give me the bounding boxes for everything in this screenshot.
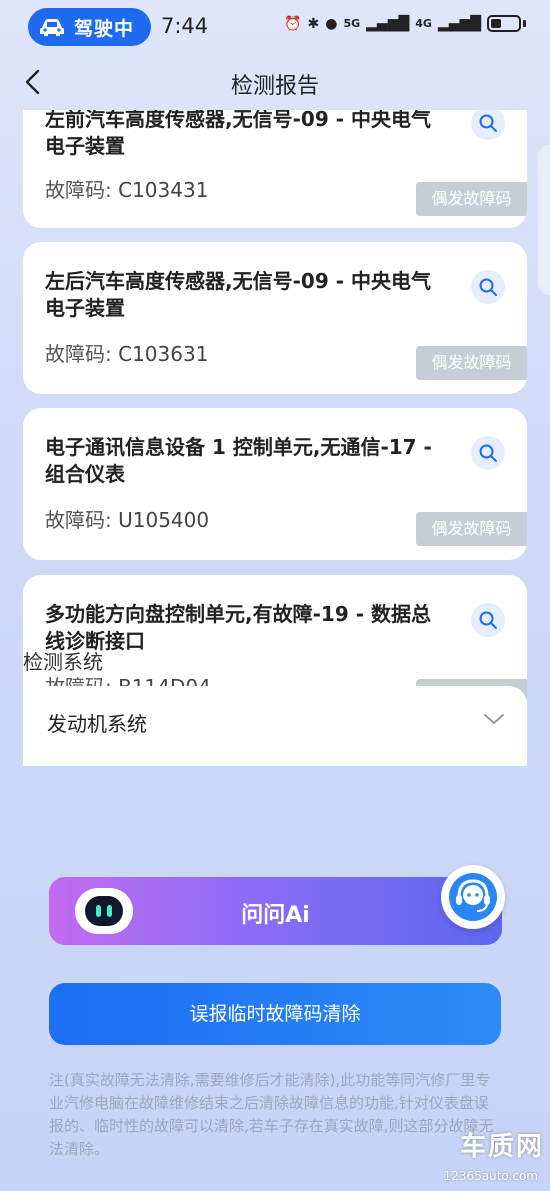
- car-icon: [40, 19, 64, 36]
- system-name: 发动机系统: [47, 712, 147, 736]
- fault-code-value: C103631: [118, 342, 209, 366]
- search-icon: [479, 611, 497, 629]
- fault-search-button[interactable]: [471, 603, 505, 637]
- page-title: 检测报告: [230, 74, 319, 99]
- bluetooth-icon: ✱: [307, 15, 320, 32]
- intermittent-fault-tag: 偶发故障码: [416, 512, 527, 546]
- fault-title: 电子通讯信息设备 1 控制单元,无通信-17 - 组合仪表: [45, 435, 432, 486]
- fault-search-button[interactable]: [471, 436, 505, 470]
- report-scroll-area[interactable]: 左前汽车高度传感器,无信号-09 - 中央电气电子装置 故障码: C103431…: [0, 110, 550, 857]
- network-5g-label: 5G: [343, 17, 361, 30]
- battery-cap: [523, 20, 526, 27]
- clock: 7:44: [161, 14, 209, 38]
- ask-ai-bar[interactable]: 问问Ai: [49, 877, 502, 945]
- watermark-text: www.12365auto.com: [178, 586, 337, 604]
- customer-service-button[interactable]: [441, 865, 505, 929]
- fault-code-label: 故障码:: [45, 178, 112, 202]
- fault-card[interactable]: 左后汽车高度传感器,无信号-09 - 中央电气电子装置 故障码: C103631…: [23, 242, 527, 394]
- headset-icon: [449, 873, 497, 921]
- watermark-site: 12365auto.com: [443, 1169, 538, 1183]
- search-icon: [479, 278, 497, 296]
- fault-code-label: 故障码:: [45, 342, 112, 366]
- fault-card[interactable]: 电子通讯信息设备 1 控制单元,无通信-17 - 组合仪表 故障码: U1054…: [23, 408, 527, 560]
- battery-icon: [487, 15, 521, 32]
- search-icon: [479, 114, 497, 132]
- fault-title: 左后汽车高度传感器,无信号-09 - 中央电气电子装置: [45, 269, 431, 320]
- intermittent-fault-tag: 偶发故障码: [416, 182, 527, 216]
- fault-code: 故障码: C103431: [45, 174, 208, 203]
- network-4g-label: 4G: [415, 17, 432, 30]
- fault-search-button[interactable]: [471, 270, 505, 304]
- chevron-down-icon: [484, 714, 504, 724]
- status-icons: ⏰ ✱ ● 5G ▂▄▆█ 4G ▂▄▆█: [284, 15, 526, 32]
- location-icon: ●: [325, 15, 338, 32]
- fault-code: 故障码: U105400: [45, 504, 209, 533]
- fault-card[interactable]: 左前汽车高度传感器,无信号-09 - 中央电气电子装置 故障码: C103431…: [23, 110, 527, 228]
- fault-title: 左前汽车高度传感器,无信号-09 - 中央电气电子装置: [45, 110, 431, 158]
- fault-code-value: U105400: [118, 508, 210, 532]
- signal-icon: ▂▄▆█: [366, 15, 410, 32]
- alarm-icon: ⏰: [284, 15, 302, 32]
- fault-code-label: 故障码:: [45, 508, 112, 532]
- systems-section-label: 检测系统: [23, 650, 103, 674]
- clear-temporary-codes-button[interactable]: 误报临时故障码清除: [49, 983, 501, 1045]
- clear-disclaimer-note: 注(真实故障无法清除,需要维修后才能清除),此功能等同汽修厂里专业汽修电脑在故障…: [49, 1071, 494, 1158]
- nav-bar: 检测报告: [0, 56, 550, 110]
- watermark-logo: 车质网: [459, 1132, 544, 1162]
- fault-code: 故障码: C103631: [45, 338, 208, 367]
- fault-code-value: C103431: [118, 178, 209, 202]
- system-row[interactable]: 发动机系统: [23, 686, 527, 766]
- fault-search-button[interactable]: [471, 110, 505, 140]
- ask-ai-label: 问问Ai: [241, 903, 310, 928]
- driving-mode-label: 驾驶中: [74, 17, 135, 40]
- signal-icon-2: ▂▄▆█: [437, 15, 481, 32]
- intermittent-fault-tag: 偶发故障码: [416, 346, 527, 380]
- driving-mode-pill[interactable]: 驾驶中: [28, 8, 151, 46]
- fault-title: 多功能方向盘控制单元,有故障-19 - 数据总线诊断接口: [45, 602, 431, 653]
- status-bar: 驾驶中 7:44 ⏰ ✱ ● 5G ▂▄▆█ 4G ▂▄▆█: [0, 0, 550, 56]
- search-icon: [479, 444, 497, 462]
